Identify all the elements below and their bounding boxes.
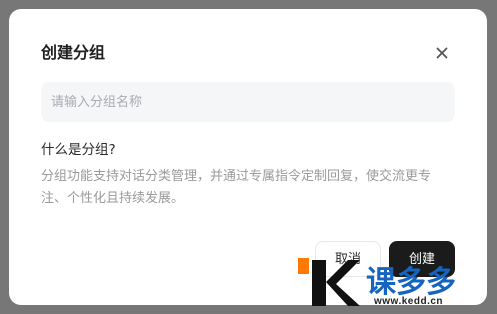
close-icon — [436, 47, 448, 59]
dialog-title: 创建分组 — [41, 43, 106, 62]
watermark: 课多多 www.kedd.cn — [296, 254, 497, 314]
group-name-input[interactable] — [41, 82, 455, 122]
group-description: 分组功能支持对话分类管理，并通过专属指令定制回复，使交流更专注、个性化且持续发展… — [41, 169, 432, 206]
what-is-group-heading: 什么是分组? — [41, 142, 116, 158]
watermark-url: www.kedd.cn — [374, 296, 444, 307]
watermark-brand: 课多多 — [366, 266, 456, 299]
close-button[interactable] — [434, 45, 450, 61]
